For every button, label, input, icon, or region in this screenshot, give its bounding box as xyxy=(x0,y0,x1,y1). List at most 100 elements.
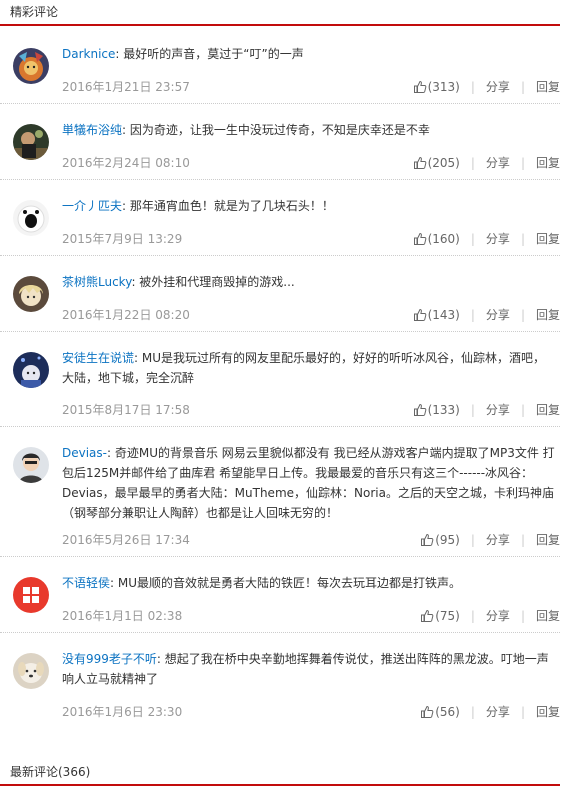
action-separator: | xyxy=(470,403,475,417)
comment-content: 茶树熊Lucky: 被外挂和代理商毁掉的游戏... xyxy=(62,275,295,289)
action-separator: | xyxy=(520,156,525,170)
share-button[interactable]: 分享 xyxy=(486,307,510,323)
comment-meta: 2016年2月24日 08:10 (205) | 分享 | 回复 xyxy=(62,155,560,171)
comment-text: MU是我玩过所有的网友里配乐最好的，好好的听听冰风谷，仙踪林，酒吧，大陆，地下城… xyxy=(62,351,546,385)
like-button[interactable]: (160) xyxy=(413,231,460,247)
comment-time: 2015年7月9日 13:29 xyxy=(62,232,183,246)
share-button[interactable]: 分享 xyxy=(486,79,510,95)
like-button[interactable]: (56) xyxy=(420,704,460,720)
comment-meta: 2016年5月26日 17:34 (95) | 分享 | 回复 xyxy=(62,532,560,548)
share-button[interactable]: 分享 xyxy=(486,608,510,624)
action-separator: | xyxy=(520,533,525,547)
action-separator: | xyxy=(520,80,525,94)
avatar[interactable] xyxy=(13,124,49,160)
comment-time: 2016年1月21日 23:57 xyxy=(62,80,190,94)
comment-content: 没有999老子不听: 想起了我在桥中央辛勤地挥舞着传说仗，推送出阵阵的黑龙波。叮… xyxy=(62,652,549,686)
comment-text: 被外挂和代理商毁掉的游戏... xyxy=(139,275,295,289)
like-count: (133) xyxy=(427,403,460,417)
comment-time: 2016年2月24日 08:10 xyxy=(62,156,190,170)
latest-comments-title: 最新评论(366) xyxy=(10,765,91,779)
comment-username[interactable]: 没有999老子不听 xyxy=(62,652,157,666)
avatar[interactable] xyxy=(13,653,49,689)
reply-button[interactable]: 回复 xyxy=(536,704,560,720)
like-count: (313) xyxy=(427,80,460,94)
avatar[interactable] xyxy=(13,276,49,312)
comment-time: 2016年1月22日 08:20 xyxy=(62,308,190,322)
comment-meta: 2016年1月21日 23:57 (313) | 分享 | 回复 xyxy=(62,79,560,95)
comment-item: 茶树熊Lucky: 被外挂和代理商毁掉的游戏... 2016年1月22日 08:… xyxy=(0,256,560,332)
like-button[interactable]: (205) xyxy=(413,155,460,171)
reply-button[interactable]: 回复 xyxy=(536,155,560,171)
comment-content: Darknice: 最好听的声音，莫过于“叮”的一声 xyxy=(62,47,304,61)
comment-meta: 2016年1月6日 23:30 (56) | 分享 | 回复 xyxy=(62,704,560,720)
thumbs-up-icon xyxy=(413,232,426,245)
comment-text: 因为奇迹，让我一生中没玩过传奇，不知是庆幸还是不幸 xyxy=(129,123,430,137)
comment-content: 安徒生在说谎: MU是我玩过所有的网友里配乐最好的，好好的听听冰风谷，仙踪林，酒… xyxy=(62,351,546,385)
like-button[interactable]: (95) xyxy=(420,532,460,548)
reply-button[interactable]: 回复 xyxy=(536,532,560,548)
like-count: (75) xyxy=(435,609,460,623)
comment-actions: (160) | 分享 | 回复 xyxy=(413,231,560,247)
comment-username[interactable]: 単犠布浴纯 xyxy=(62,123,122,137)
action-separator: | xyxy=(470,705,475,719)
avatar[interactable] xyxy=(13,447,49,483)
hot-comments-list: Darknice: 最好听的声音，莫过于“叮”的一声 2016年1月21日 23… xyxy=(0,28,572,728)
comment-username[interactable]: 茶树熊Lucky xyxy=(62,275,131,289)
reply-button[interactable]: 回复 xyxy=(536,402,560,418)
comment-item: Darknice: 最好听的声音，莫过于“叮”的一声 2016年1月21日 23… xyxy=(0,28,560,104)
reply-button[interactable]: 回复 xyxy=(536,608,560,624)
reply-button[interactable]: 回复 xyxy=(536,231,560,247)
share-button[interactable]: 分享 xyxy=(486,155,510,171)
action-separator: | xyxy=(470,533,475,547)
share-button[interactable]: 分享 xyxy=(486,402,510,418)
comment-item: 単犠布浴纯: 因为奇迹，让我一生中没玩过传奇，不知是庆幸还是不幸 2016年2月… xyxy=(0,104,560,180)
thumbs-up-icon xyxy=(413,156,426,169)
share-button[interactable]: 分享 xyxy=(486,532,510,548)
thumbs-up-icon xyxy=(413,308,426,321)
comment-time: 2016年1月1日 02:38 xyxy=(62,609,183,623)
comment-item: 不语轻侯: MU最顺的音效就是勇者大陆的铁匠！每次去玩耳边都是打铁声。 2016… xyxy=(0,557,560,633)
like-button[interactable]: (313) xyxy=(413,79,460,95)
avatar[interactable] xyxy=(13,352,49,388)
hot-comments-divider xyxy=(0,24,560,26)
comment-actions: (75) | 分享 | 回复 xyxy=(420,608,560,624)
reply-button[interactable]: 回复 xyxy=(536,307,560,323)
action-separator: | xyxy=(470,156,475,170)
comment-username[interactable]: 安徒生在说谎 xyxy=(62,351,134,365)
action-separator: | xyxy=(470,308,475,322)
thumbs-up-icon xyxy=(421,705,434,718)
avatar[interactable] xyxy=(13,48,49,84)
comment-username[interactable]: Darknice xyxy=(62,47,115,61)
comment-content: 単犠布浴纯: 因为奇迹，让我一生中没玩过传奇，不知是庆幸还是不幸 xyxy=(62,123,430,137)
avatar[interactable] xyxy=(13,200,49,236)
comment-username[interactable]: Devias- xyxy=(62,446,107,460)
comment-text: 最好听的声音，莫过于“叮”的一声 xyxy=(123,47,304,61)
latest-comments-divider xyxy=(0,784,560,786)
like-button[interactable]: (133) xyxy=(413,402,460,418)
action-separator: | xyxy=(520,705,525,719)
like-count: (143) xyxy=(427,308,460,322)
like-button[interactable]: (75) xyxy=(420,608,460,624)
comment-actions: (95) | 分享 | 回复 xyxy=(420,532,560,548)
like-button[interactable]: (143) xyxy=(413,307,460,323)
comment-time: 2015年8月17日 17:58 xyxy=(62,403,190,417)
comment-actions: (56) | 分享 | 回复 xyxy=(420,704,560,720)
comment-actions: (313) | 分享 | 回复 xyxy=(413,79,560,95)
like-count: (205) xyxy=(427,156,460,170)
comment-username[interactable]: 一介丿匹夫 xyxy=(62,199,122,213)
comment-content: 一介丿匹夫: 那年通宵血色！就是为了几块石头！！ xyxy=(62,199,334,213)
comment-username[interactable]: 不语轻侯 xyxy=(62,576,110,590)
avatar[interactable] xyxy=(13,577,49,613)
thumbs-up-icon xyxy=(413,80,426,93)
comment-item: 安徒生在说谎: MU是我玩过所有的网友里配乐最好的，好好的听听冰风谷，仙踪林，酒… xyxy=(0,332,560,427)
share-button[interactable]: 分享 xyxy=(486,704,510,720)
thumbs-up-icon xyxy=(413,403,426,416)
comment-meta: 2016年1月1日 02:38 (75) | 分享 | 回复 xyxy=(62,608,560,624)
like-count: (56) xyxy=(435,705,460,719)
action-separator: | xyxy=(470,609,475,623)
comment-text: 那年通宵血色！就是为了几块石头！！ xyxy=(129,199,334,213)
share-button[interactable]: 分享 xyxy=(486,231,510,247)
comment-actions: (205) | 分享 | 回复 xyxy=(413,155,560,171)
reply-button[interactable]: 回复 xyxy=(536,79,560,95)
action-separator: | xyxy=(520,232,525,246)
